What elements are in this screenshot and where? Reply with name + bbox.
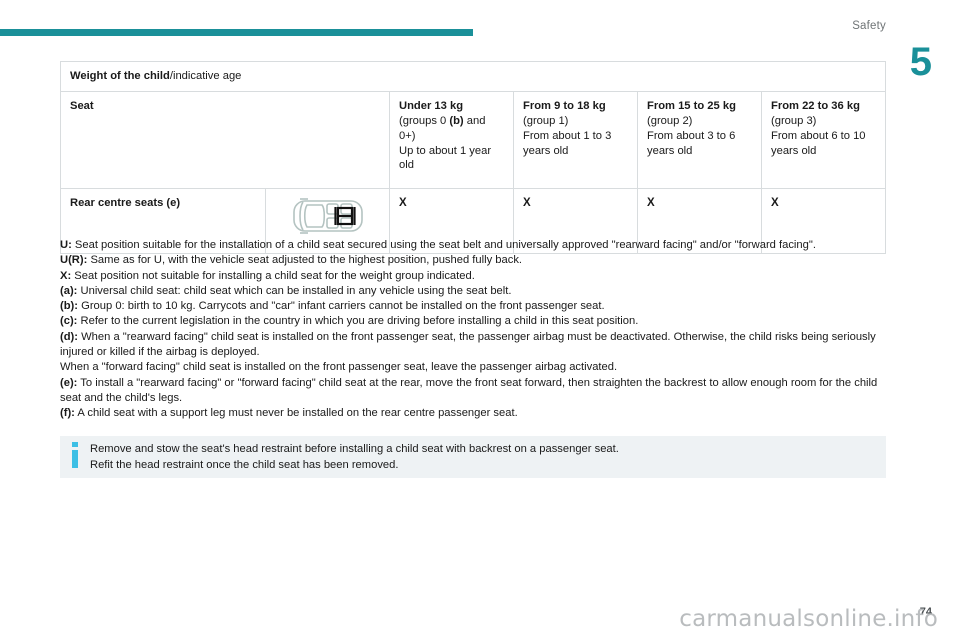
seat-column-header: Seat [60, 90, 390, 189]
child-seat-table-container: Weight of the child/indicative age Seat … [59, 61, 887, 254]
car-top-view-icon-svg [293, 198, 363, 234]
group-header-0: Under 13 kg (groups 0 (b) and 0+) Up to … [389, 90, 514, 189]
group-header-1: From 9 to 18 kg (group 1) From about 1 t… [513, 90, 638, 189]
footnote-x: X: Seat position not suitable for instal… [60, 269, 475, 282]
info-icon [60, 436, 90, 470]
footnote-e: (e): To install a "rearward facing" or "… [60, 376, 878, 404]
table-title-rest: /indicative age [169, 70, 242, 82]
footnote-d-continued: When a "forward facing" child seat is in… [60, 361, 618, 374]
table-header-row: Seat Under 13 kg (groups 0 (b) and 0+) U… [60, 90, 887, 189]
chapter-number: 5 [909, 40, 932, 84]
watermark: carmanualsonline.info [679, 606, 938, 632]
info-line-2: Refit the head restraint once the child … [90, 459, 399, 472]
footnote-a: (a): Universal child seat: child seat wh… [60, 284, 512, 297]
footnote-c: (c): Refer to the current legislation in… [60, 315, 639, 328]
footnote-b: (b): Group 0: birth to 10 kg. Carrycots … [60, 300, 605, 313]
group-header-0-group: (groups 0 (b) and 0+) [399, 114, 486, 142]
footnote-ur: U(R): Same as for U, with the vehicle se… [60, 254, 523, 267]
group-header-3: From 22 to 36 kg (group 3) From about 6 … [760, 90, 887, 189]
table-title-bold: Weight of the child [70, 70, 170, 82]
header-section-label: Safety [852, 20, 886, 32]
footnotes-list: U: Seat position suitable for the instal… [60, 238, 888, 421]
info-callout-text: Remove and stow the seat's head restrain… [90, 436, 619, 473]
table-title-cell: Weight of the child/indicative age [59, 61, 887, 92]
header-accent-rule [0, 29, 473, 36]
group-header-2: From 15 to 25 kg (group 2) From about 3 … [637, 90, 762, 189]
table-title-row: Weight of the child/indicative age [59, 61, 887, 92]
child-seat-table: Weight of the child/indicative age Seat … [59, 61, 887, 254]
footnote-d: (d): When a "rearward facing" child seat… [60, 330, 876, 358]
footnote-u: U: Seat position suitable for the instal… [60, 239, 816, 251]
footnote-f: (f): A child seat with a support leg mus… [60, 407, 518, 420]
info-line-1: Remove and stow the seat's head restrain… [90, 443, 619, 455]
info-callout-box: Remove and stow the seat's head restrain… [60, 436, 886, 478]
info-icon-svg [72, 442, 78, 468]
